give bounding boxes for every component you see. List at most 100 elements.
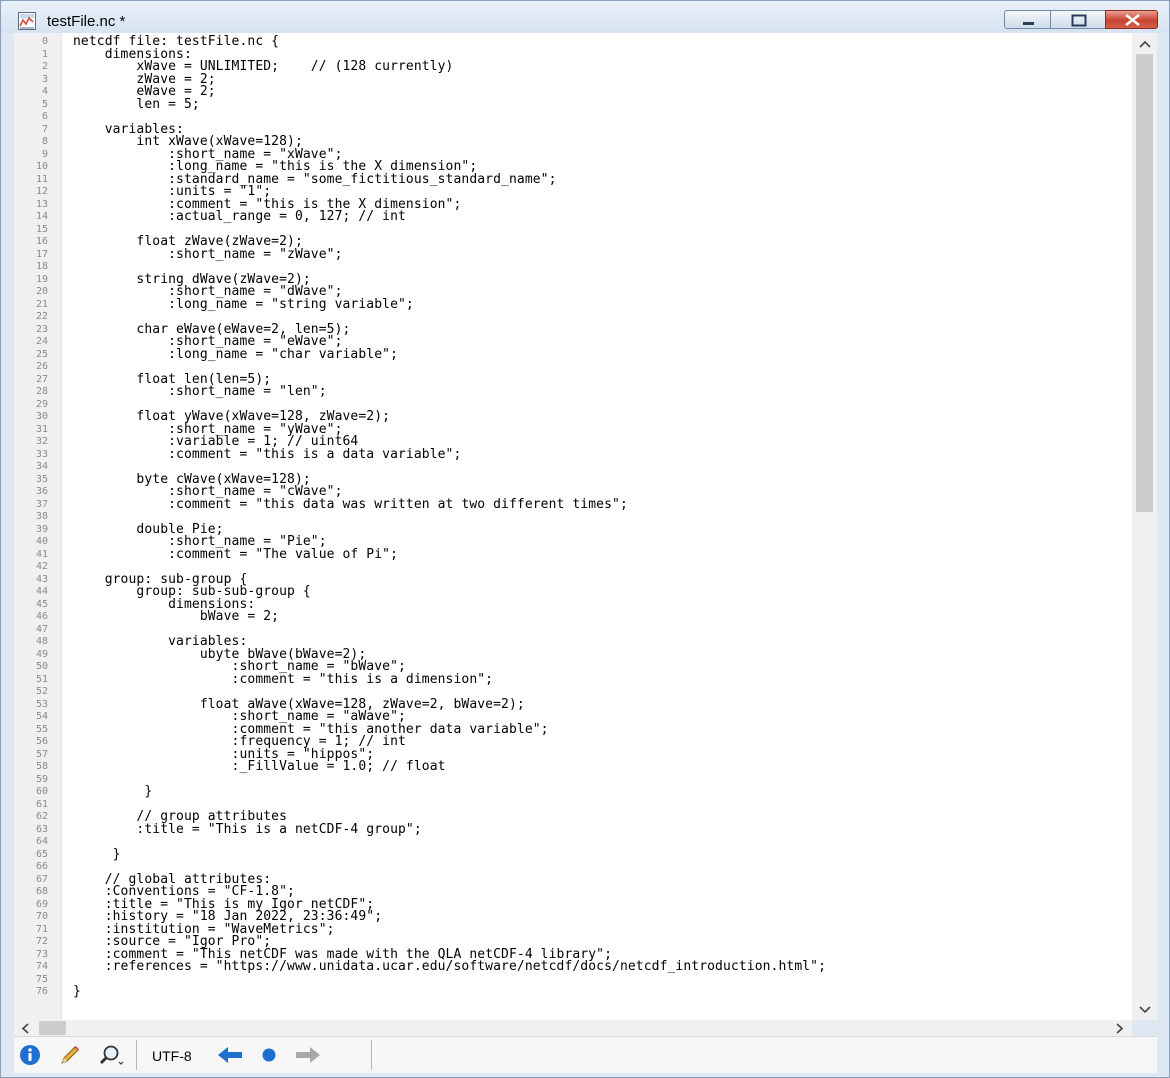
close-button[interactable] [1105,10,1158,29]
window-title: testFile.nc * [47,13,126,30]
vertical-scrollbar[interactable] [1132,33,1157,1020]
line-number: 38 [35,511,48,522]
line-number: 60 [35,786,48,797]
maximize-button[interactable] [1050,10,1106,29]
scroll-down-icon[interactable] [1139,1006,1151,1014]
editor-window: testFile.nc * 0 1 2 3 4 5 6 7 8 9 10 11 12 13 14 15 16 17… [0,0,1170,1078]
magnifier-icon[interactable] [98,1044,124,1066]
line-number: 58 [35,761,48,772]
code-line[interactable]: :title = "This is a netCDF-4 group"; [73,823,422,837]
scroll-right-icon[interactable] [1116,1023,1124,1034]
line-number: 55 [35,723,48,735]
line-number: 49 [35,648,48,660]
code-line[interactable]: len = 5; [73,98,200,112]
code-line[interactable]: :long_name = "string variable"; [73,298,414,312]
line-number: 66 [35,861,48,872]
status-separator [371,1040,372,1070]
line-number: 45 [35,598,48,610]
line-number: 47 [35,623,48,635]
line-number: 5 [41,98,48,110]
line-number: 2 [41,61,48,72]
forward-arrow-icon[interactable] [294,1044,320,1066]
line-number: 22 [35,311,48,322]
line-number: 41 [35,548,48,560]
line-number: 3 [41,73,48,85]
line-number: 36 [35,486,48,497]
scroll-left-icon[interactable] [21,1023,29,1034]
line-number: 9 [41,148,48,160]
horizontal-scrollbar[interactable] [14,1020,1132,1036]
line-number: 20 [35,286,48,297]
line-number: 1 [41,48,48,60]
code-line[interactable]: :_FillValue = 1.0; // float [73,760,446,774]
line-number: 72 [35,936,48,947]
line-number: 8 [41,136,48,147]
scroll-up-icon[interactable] [1139,40,1151,48]
code-line[interactable]: :comment = "this is a dimension"; [73,673,493,687]
netcdf-file-icon [18,12,36,30]
code-line[interactable]: :comment = "this is a data variable"; [73,448,461,462]
minimize-button[interactable] [1004,10,1051,29]
line-number: 65 [35,848,48,860]
line-number: 31 [35,423,48,435]
line-number: 6 [41,111,48,122]
line-number: 26 [35,361,48,372]
line-number: 48 [35,636,48,647]
line-number-gutter: 0 1 2 3 4 5 6 7 8 9 10 11 12 13 14 15 16 17 18 19 20 21 22 23 24… [14,33,62,1020]
horizontal-scroll-thumb[interactable] [39,1021,66,1035]
line-number: 52 [35,686,48,697]
code-line[interactable]: bWave = 2; [73,610,279,624]
line-number: 21 [35,298,48,310]
vertical-scroll-thumb[interactable] [1136,54,1153,512]
line-number: 37 [35,498,48,510]
line-number: 27 [35,373,48,385]
title-bar[interactable]: testFile.nc * [1,1,1169,33]
code-line[interactable]: :short_name = "len"; [73,385,327,399]
line-number: 7 [41,123,48,135]
line-number: 43 [35,573,48,585]
info-icon[interactable] [18,1044,42,1066]
line-number: 16 [35,236,48,247]
code-line[interactable]: :actual_range = 0, 127; // int [73,210,406,224]
code-line[interactable]: :long_name = "char variable"; [73,348,398,362]
line-number: 28 [35,386,48,397]
line-number: 29 [35,398,48,410]
line-number: 50 [35,661,48,672]
line-number: 67 [35,873,48,885]
line-number: 71 [35,923,48,935]
code-line[interactable]: } [73,848,121,862]
code-line[interactable]: :references = "https://www.unidata.ucar.… [73,960,826,974]
dot-icon[interactable] [257,1044,281,1066]
line-number: 57 [35,748,48,760]
code-line[interactable]: :comment = "The value of Pi"; [73,548,398,562]
line-number: 62 [35,811,48,822]
line-number: 10 [35,161,48,172]
code-editor[interactable]: 0 1 2 3 4 5 6 7 8 9 10 11 12 13 14 15 16 17 18 19 20 21 22 23 24… [14,33,1157,1020]
code-line[interactable]: } [73,785,152,799]
line-number: 33 [35,448,48,460]
line-number: 46 [35,611,48,622]
line-number: 44 [35,586,48,597]
line-number: 70 [35,911,48,922]
status-separator [136,1040,137,1070]
line-number: 39 [35,523,48,535]
code-line[interactable]: :short_name = "zWave"; [73,248,343,262]
line-number: 68 [35,886,48,897]
line-number: 54 [35,711,48,722]
line-number: 12 [35,186,48,197]
line-number: 18 [35,261,48,272]
code-line[interactable]: :comment = "this data was written at two… [73,498,628,512]
pencil-icon[interactable] [58,1044,82,1066]
encoding-label[interactable]: UTF-8 [152,1048,192,1064]
line-number: 64 [35,836,48,847]
code-line[interactable]: } [73,985,81,999]
line-number: 13 [35,198,48,210]
line-number: 25 [35,348,48,360]
line-number: 74 [35,961,48,972]
line-number: 19 [35,273,48,285]
line-number: 51 [35,673,48,685]
line-number: 17 [35,248,48,260]
line-number: 15 [35,223,48,235]
line-number: 35 [35,473,48,485]
back-arrow-icon[interactable] [216,1044,242,1066]
